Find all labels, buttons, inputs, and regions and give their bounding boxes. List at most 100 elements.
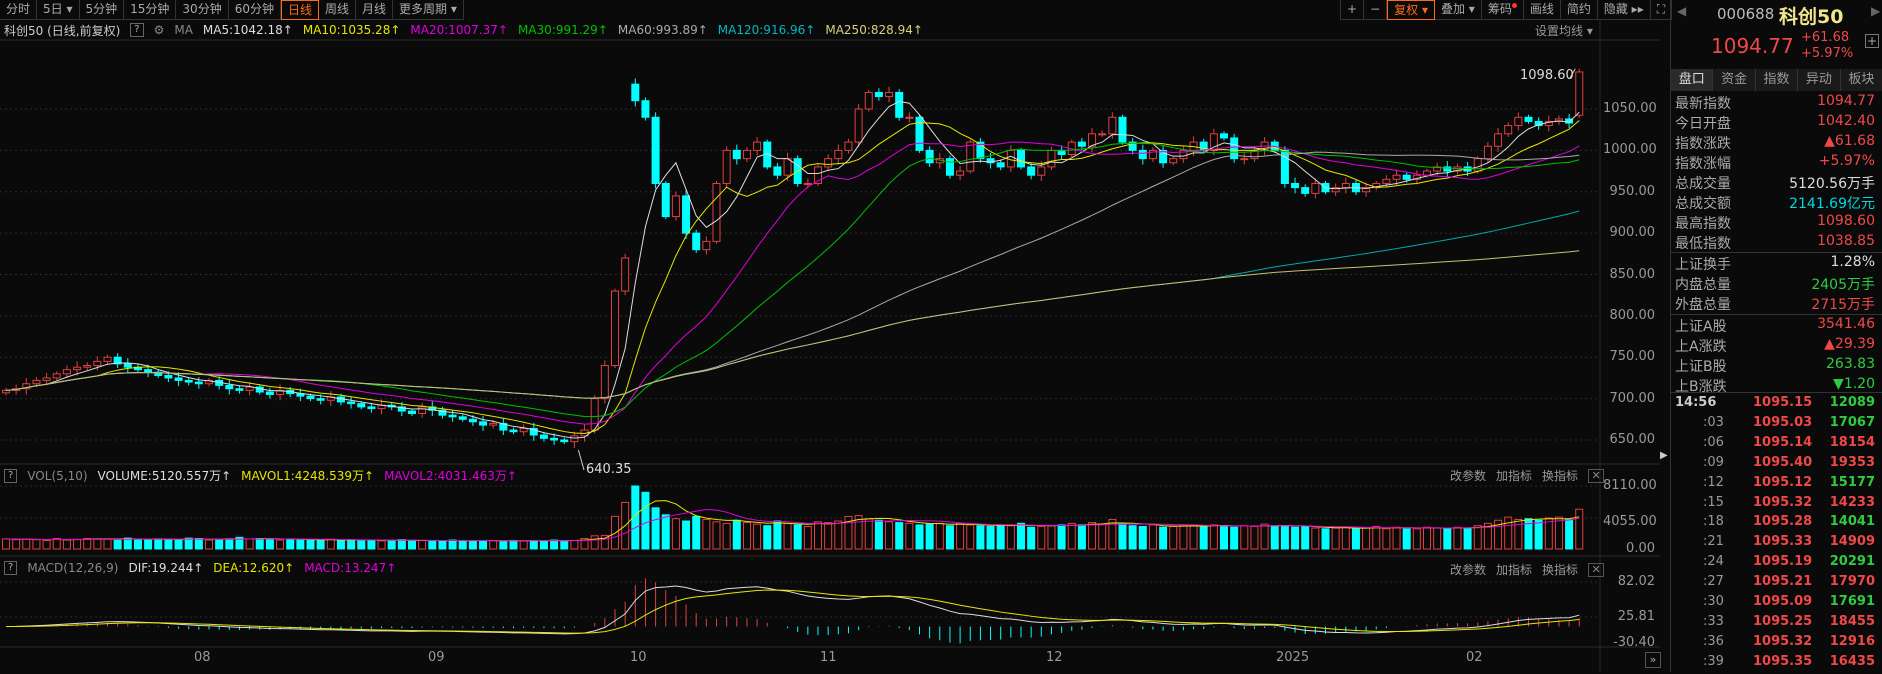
tick-row: :39 1095.35 16435 <box>1671 654 1881 674</box>
candle-body <box>712 182 721 242</box>
tick-time: :09 <box>1703 454 1724 470</box>
period-tab[interactable]: 分时 <box>0 0 38 20</box>
chart-toolbar: + − 复权 ▾ 叠加 ▾ 筹码 画线 简约 隐藏 ▸▸ ⛶ <box>1340 0 1673 20</box>
high-annotation: 1098.60 <box>1520 68 1574 83</box>
panel-tab[interactable]: 板块 <box>1841 69 1882 91</box>
candle-body <box>52 373 61 379</box>
period-tab[interactable]: 周线 <box>319 0 357 20</box>
chips-button[interactable]: 筹码 <box>1482 0 1524 20</box>
candle-body <box>103 356 112 362</box>
macd-axis-mid: 25.81 <box>1617 609 1655 624</box>
simple-button[interactable]: 简约 <box>1561 0 1598 20</box>
volume-bar <box>874 519 883 550</box>
tick-price: 1095.19 <box>1753 554 1813 570</box>
vol-help-icon[interactable]: ? <box>4 468 18 483</box>
quote-value: 1.28% <box>1830 254 1875 270</box>
volume-bar <box>854 515 863 550</box>
set-ma-button[interactable]: 设置均线 ▾ <box>1535 22 1593 39</box>
draw-button[interactable]: 画线 <box>1524 0 1561 20</box>
tick-row: :09 1095.40 19353 <box>1671 455 1881 475</box>
volume-bar <box>1331 527 1340 550</box>
period-tab[interactable]: 5日 ▾ <box>37 0 80 20</box>
panel-collapse-handle[interactable]: ▶ <box>1660 450 1668 480</box>
volume-bar <box>428 540 437 550</box>
help-icon[interactable]: ? <box>130 23 144 37</box>
ma10-line <box>5 120 1580 434</box>
tick-price: 1095.35 <box>1753 653 1813 669</box>
settings-icon[interactable]: ⚙ <box>154 23 165 37</box>
candle-body <box>1017 149 1025 168</box>
macd-help-icon[interactable]: ? <box>4 561 18 575</box>
candle-body <box>773 166 782 176</box>
volume-bar <box>1189 524 1198 550</box>
hide-button[interactable]: 隐藏 ▸▸ <box>1598 0 1651 20</box>
vol-swap-indicator-button[interactable]: 换指标 <box>1542 467 1578 484</box>
overlay-button[interactable]: 叠加 ▾ <box>1435 0 1482 20</box>
volume-bar <box>1362 527 1371 550</box>
next-stock-icon[interactable]: ▶ <box>1871 4 1880 18</box>
macd-swap-indicator-button[interactable]: 换指标 <box>1542 561 1578 578</box>
volume-bar <box>245 538 254 550</box>
volume-bar <box>1159 526 1168 550</box>
candle-body <box>722 149 731 184</box>
period-tab[interactable]: 月线 <box>356 0 394 20</box>
quote-row: 上证换手 1.28% <box>1671 254 1881 274</box>
volume-bar <box>1027 526 1036 550</box>
period-tab[interactable]: 日线 <box>280 0 319 20</box>
candle-body <box>1483 145 1492 160</box>
candle-body <box>83 365 92 368</box>
candle-body <box>824 158 833 168</box>
period-tab[interactable]: 5分钟 <box>80 0 125 20</box>
candle-body <box>184 379 193 383</box>
volume-bar <box>590 535 599 550</box>
divider <box>1671 314 1882 315</box>
period-tab[interactable]: 60分钟 <box>229 0 281 20</box>
macd-close-icon[interactable]: ✕ <box>1588 562 1605 577</box>
candle-body <box>834 149 843 160</box>
panel-tab[interactable]: 资金 <box>1713 69 1756 91</box>
candle-body <box>458 416 467 420</box>
prev-stock-icon[interactable]: ◀ <box>1677 4 1686 18</box>
vol-close-icon[interactable]: ✕ <box>1588 468 1605 483</box>
volume-bar <box>1351 528 1360 550</box>
candle-body <box>1240 158 1249 161</box>
scroll-right-button[interactable]: » <box>1645 652 1661 668</box>
volume-bar <box>1311 527 1320 550</box>
volume-bar <box>925 523 934 550</box>
tick-time: 14:56 <box>1675 395 1717 410</box>
panel-tab[interactable]: 指数 <box>1756 69 1799 91</box>
zoom-in-button[interactable]: + <box>1341 0 1365 20</box>
vol-params-button[interactable]: 改参数 <box>1450 467 1486 484</box>
volume-bar <box>1544 517 1553 550</box>
period-tab[interactable]: 更多周期 ▾ <box>393 0 464 20</box>
candle-body <box>408 410 416 415</box>
divider <box>1671 392 1882 393</box>
volume-bar <box>1392 526 1401 550</box>
panel-tab[interactable]: 盘口 <box>1671 69 1714 91</box>
period-tab[interactable]: 30分钟 <box>176 0 229 20</box>
candle-body <box>600 365 609 400</box>
last-price: 1094.77 <box>1711 34 1794 58</box>
volume-bar <box>42 539 51 550</box>
macd-add-indicator-button[interactable]: 加指标 <box>1496 561 1532 578</box>
macd-header: ? MACD(12,26,9) DIF:19.244↑ DEA:12.620↑ … <box>4 561 396 575</box>
macd-params-button[interactable]: 改参数 <box>1450 561 1486 578</box>
volume-bar <box>438 540 447 550</box>
vol-add-indicator-button[interactable]: 加指标 <box>1496 467 1532 484</box>
quote-row: 指数涨跌 ▲61.68 <box>1671 133 1881 153</box>
fullscreen-icon[interactable]: ⛶ <box>1651 0 1673 20</box>
volume-bar <box>692 515 701 550</box>
add-watchlist-button[interactable]: + <box>1865 34 1879 48</box>
zoom-out-button[interactable]: − <box>1364 0 1388 20</box>
vol-axis-zero: 0.00 <box>1626 541 1655 556</box>
volume-bar <box>1148 524 1157 550</box>
candle-body <box>996 162 1005 168</box>
quote-row: 内盘总量 2405万手 <box>1671 274 1881 294</box>
panel-tab[interactable]: 异动 <box>1798 69 1841 91</box>
period-tab[interactable]: 15分钟 <box>124 0 177 20</box>
ma30-value: MA30:991.29↑ <box>517 23 608 37</box>
volume-bar <box>1443 528 1452 550</box>
volume-bar <box>722 522 731 550</box>
period-toolbar: 分时 5日 ▾ 5分钟 15分钟 30分钟 60分钟 日线 周线 月线 更多周期 ▾ <box>0 0 464 20</box>
fuquan-button[interactable]: 复权 ▾ <box>1387 0 1435 20</box>
